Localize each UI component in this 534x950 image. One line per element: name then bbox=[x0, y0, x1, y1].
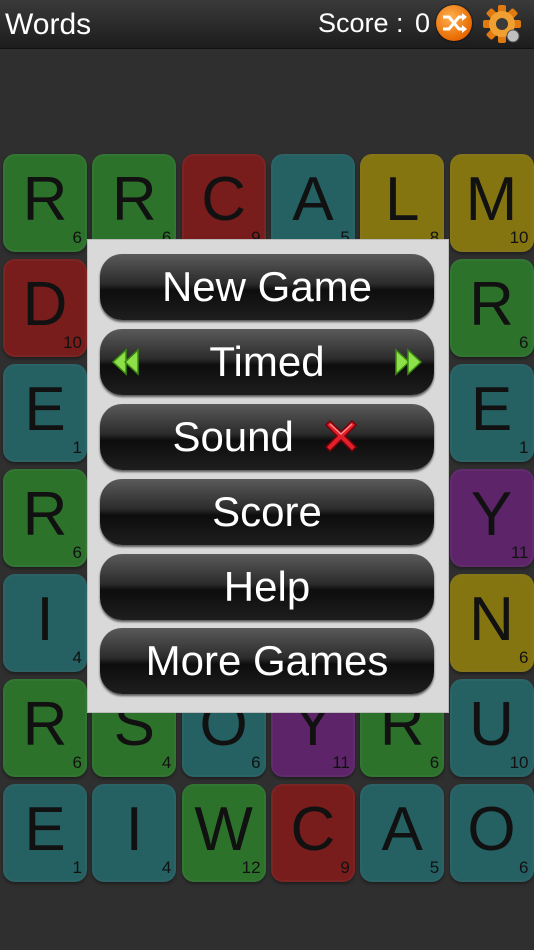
tile-letter: Y bbox=[470, 480, 513, 549]
mode-selector[interactable]: Timed bbox=[100, 329, 434, 395]
letter-tile[interactable]: C9 bbox=[270, 784, 355, 882]
score-button[interactable]: Score bbox=[100, 479, 434, 545]
score-label: Score : bbox=[318, 8, 404, 38]
letter-tile[interactable]: M 10 bbox=[449, 154, 534, 252]
tile-points: 10 bbox=[509, 228, 529, 247]
tile-points: 6 bbox=[429, 753, 440, 772]
tile-points: 10 bbox=[509, 753, 529, 772]
letter-tile[interactable]: A5 bbox=[270, 154, 355, 252]
tile-letter: E bbox=[24, 375, 66, 444]
tile-points: 6 bbox=[519, 858, 529, 877]
tile-points: 5 bbox=[429, 858, 440, 877]
tile-letter: A bbox=[381, 795, 423, 864]
tile-letter: W bbox=[194, 795, 253, 864]
tile-letter: R bbox=[111, 165, 157, 234]
help-button[interactable]: Help bbox=[100, 554, 434, 620]
letter-tile[interactable]: R6 bbox=[3, 469, 87, 567]
sound-label: Sound bbox=[172, 413, 294, 460]
letter-tile[interactable]: O6 bbox=[449, 784, 534, 882]
letter-tile[interactable]: U 10 bbox=[449, 679, 534, 777]
app-title: Words bbox=[5, 8, 92, 41]
tile-points: 10 bbox=[63, 333, 82, 352]
letter-tile[interactable]: E1 bbox=[449, 364, 534, 462]
letter-tile[interactable]: I4 bbox=[3, 574, 87, 672]
tile-points: 11 bbox=[510, 543, 529, 562]
tile-letter: N bbox=[469, 585, 514, 654]
top-bar: Words Score : 0 bbox=[0, 0, 534, 49]
tile-points: 11 bbox=[332, 753, 350, 772]
letter-tile[interactable]: W 12 bbox=[181, 784, 266, 882]
settings-button[interactable] bbox=[482, 2, 522, 46]
tile-points: 6 bbox=[72, 753, 82, 772]
tile-letter: L bbox=[384, 165, 420, 234]
tile-letter: M bbox=[465, 165, 518, 234]
tile-letter: R bbox=[22, 165, 68, 234]
prev-arrow-icon[interactable] bbox=[110, 347, 140, 377]
tile-points: 1 bbox=[72, 858, 82, 877]
score-button-label: Score bbox=[212, 488, 322, 535]
tile-points: 9 bbox=[340, 858, 350, 877]
tile-points: 4 bbox=[72, 648, 82, 667]
letter-tile[interactable]: R6 bbox=[3, 154, 87, 252]
score-value: 0 bbox=[415, 8, 431, 38]
more-games-label: More Games bbox=[145, 637, 389, 684]
sound-button[interactable]: Sound bbox=[100, 404, 434, 470]
new-game-button[interactable]: New Game bbox=[100, 254, 434, 320]
letter-tile[interactable]: N6 bbox=[449, 574, 534, 672]
tile-letter: D bbox=[22, 270, 68, 339]
tile-points: 4 bbox=[161, 753, 172, 772]
tile-letter: R bbox=[469, 270, 514, 339]
gear-icon bbox=[483, 5, 521, 43]
tile-points: 1 bbox=[72, 438, 82, 457]
tile-letter: R bbox=[22, 480, 68, 549]
letter-tile[interactable]: E1 bbox=[3, 364, 87, 462]
tile-letter: C bbox=[201, 165, 246, 234]
letter-tile[interactable]: R6 bbox=[3, 679, 87, 777]
tile-letter: A bbox=[292, 165, 334, 234]
tile-letter: C bbox=[290, 795, 336, 864]
letter-tile[interactable]: D 10 bbox=[3, 259, 87, 357]
tile-letter: E bbox=[24, 795, 66, 864]
tile-points: 6 bbox=[72, 543, 82, 562]
tile-points: 12 bbox=[241, 858, 261, 877]
tile-points: 1 bbox=[519, 438, 529, 457]
mode-label: Timed bbox=[209, 338, 325, 385]
tile-letter: I bbox=[36, 585, 54, 654]
tile-points: 4 bbox=[161, 858, 172, 877]
main-menu: New Game Timed Sound Score Help More Gam… bbox=[87, 239, 449, 713]
next-arrow-icon[interactable] bbox=[394, 347, 424, 377]
red-x-icon bbox=[324, 419, 357, 452]
tile-letter: O bbox=[467, 795, 516, 864]
letter-tile[interactable]: R6 bbox=[449, 259, 534, 357]
letter-tile[interactable]: I4 bbox=[92, 784, 177, 882]
letter-tile[interactable]: E1 bbox=[3, 784, 87, 882]
tile-points: 6 bbox=[72, 228, 82, 247]
tile-letter: E bbox=[470, 375, 513, 444]
new-game-label: New Game bbox=[161, 263, 373, 310]
shuffle-button[interactable] bbox=[436, 5, 472, 41]
tile-points: 6 bbox=[519, 333, 529, 352]
letter-tile[interactable]: A5 bbox=[360, 784, 445, 882]
letter-tile[interactable]: L8 bbox=[360, 154, 445, 252]
tile-letter: U bbox=[469, 690, 514, 759]
shuffle-icon bbox=[443, 13, 467, 33]
tile-points: 6 bbox=[251, 753, 261, 772]
letter-tile[interactable]: Y 11 bbox=[449, 469, 534, 567]
letter-tile[interactable]: R6 bbox=[92, 154, 177, 252]
more-games-button[interactable]: More Games bbox=[100, 628, 434, 694]
tile-letter: I bbox=[125, 795, 143, 864]
tile-points: 6 bbox=[519, 648, 529, 667]
help-label: Help bbox=[223, 563, 311, 610]
tile-letter: R bbox=[22, 690, 68, 759]
letter-tile[interactable]: C9 bbox=[181, 154, 266, 252]
